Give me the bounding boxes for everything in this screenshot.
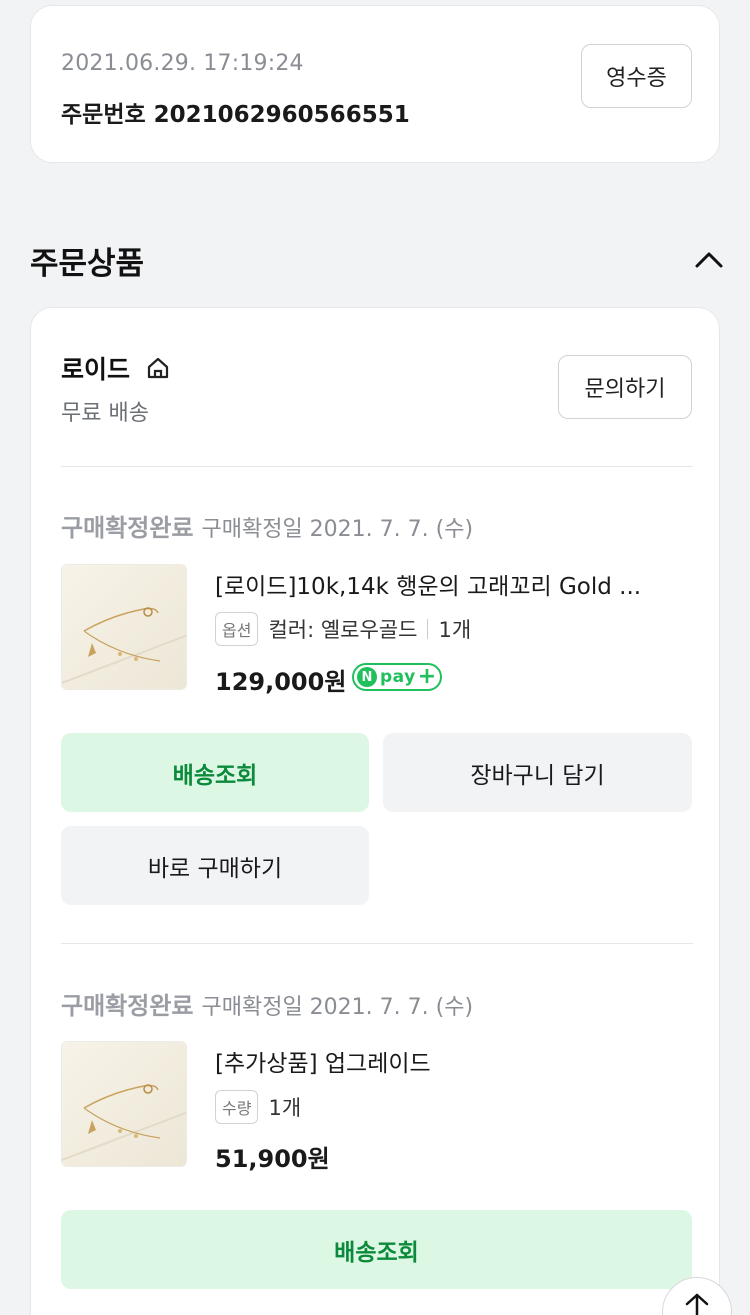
section-title: 주문상품 [30, 246, 145, 282]
arrow-up-icon [685, 1293, 709, 1315]
quantity-tag: 수량 [215, 1090, 259, 1124]
npay-text: pay [380, 667, 416, 687]
divider [61, 943, 693, 944]
ordered-items-card: 로이드 무료 배송 문의하기 구매확정완료구매확정일 2021. 7. 7. (… [30, 307, 720, 1315]
shipping-fee-note: 무료 배송 [61, 401, 149, 426]
item-price: 51,900원 [215, 1145, 330, 1173]
chevron-up-icon[interactable] [692, 247, 726, 271]
order-status: 구매확정완료 [61, 514, 194, 542]
option-tag: 옵션 [215, 612, 259, 646]
order-number: 주문번호 2021062960566551 [61, 102, 410, 128]
item-quantity: 1개 [438, 618, 472, 642]
order-datetime: 2021.06.29. 17:19:24 [61, 51, 304, 76]
purchase-confirm-date: 구매확정일 2021. 7. 7. (수) [201, 517, 474, 542]
home-icon[interactable] [145, 355, 171, 381]
product-thumbnail[interactable] [61, 564, 187, 690]
option-separator [427, 619, 429, 639]
item-price: 129,000원 [215, 668, 347, 696]
product-name[interactable]: [추가상품] 업그레이드 [215, 1044, 685, 1078]
order-info-card: 2021.06.29. 17:19:24 주문번호 20210629605665… [30, 5, 720, 163]
divider [61, 466, 693, 467]
npay-plus-badge: N pay + [352, 663, 442, 691]
item-quantity: 1개 [268, 1096, 302, 1120]
buy-now-button[interactable]: 바로 구매하기 [61, 826, 369, 905]
purchase-confirm-date: 구매확정일 2021. 7. 7. (수) [201, 995, 474, 1020]
option-row: 수량 1개 [215, 1090, 301, 1124]
item-status-line: 구매확정완료 구매확정일 2021. 7. 7. (수) [61, 508, 473, 543]
track-delivery-button[interactable]: 배송조회 [61, 733, 369, 812]
order-status: 구매확정완료 [61, 992, 194, 1020]
add-to-cart-button[interactable]: 장바구니 담기 [383, 733, 692, 812]
npay-n-icon: N [357, 667, 377, 687]
seller-name[interactable]: 로이드 [61, 350, 130, 386]
product-thumbnail[interactable] [61, 1041, 187, 1167]
inquiry-button[interactable]: 문의하기 [558, 355, 692, 419]
plus-icon: + [417, 664, 437, 689]
product-name[interactable]: [로이드]10k,14k 행운의 고래꼬리 Gold ... [215, 567, 685, 601]
track-delivery-button[interactable]: 배송조회 [61, 1210, 692, 1289]
option-row: 옵션 컬러: 옐로우골드 1개 [215, 612, 471, 646]
option-text: 컬러: 옐로우골드 [268, 618, 418, 642]
receipt-button[interactable]: 영수증 [581, 44, 692, 108]
item-status-line: 구매확정완료 구매확정일 2021. 7. 7. (수) [61, 986, 473, 1021]
